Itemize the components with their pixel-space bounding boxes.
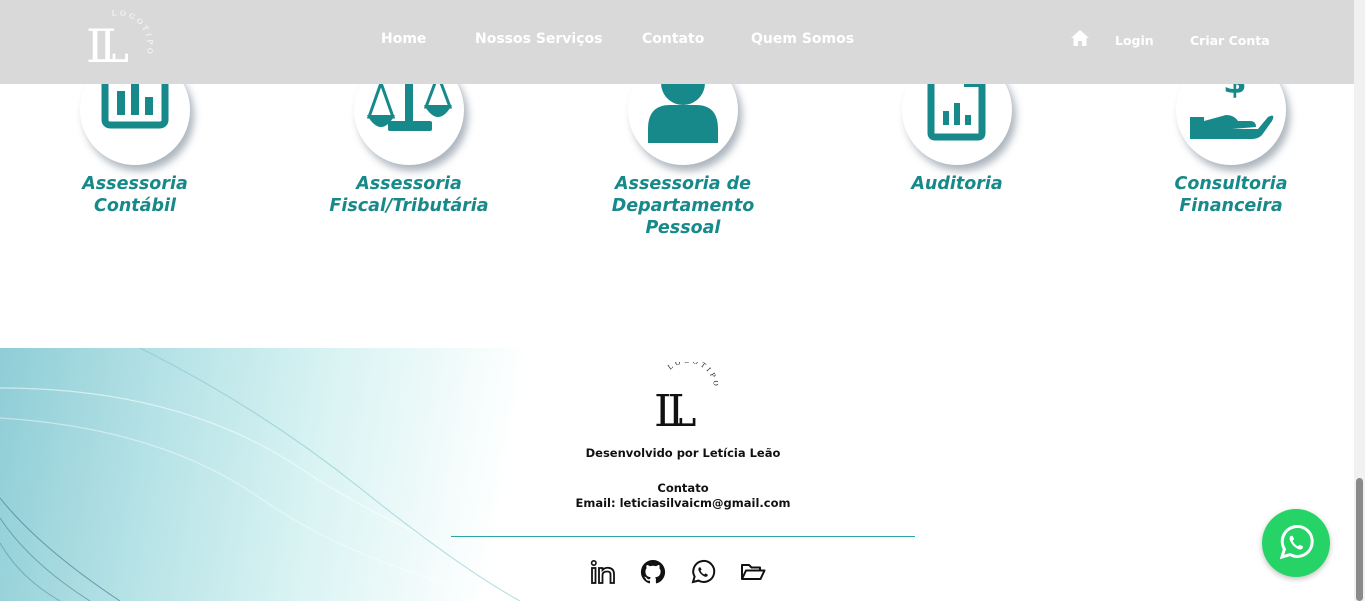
footer-divider [451, 536, 915, 537]
service-title: Consultoria Financeira [1174, 174, 1288, 216]
top-navbar: LL LOGOTIPO Home Nossos Serviços Contato… [0, 0, 1354, 84]
whatsapp-icon[interactable] [689, 558, 717, 586]
footer-logo: LL LOGOTIPO [654, 362, 717, 432]
nav-about[interactable]: Quem Somos [751, 31, 854, 47]
service-title: Assessoria Fiscal/Tributária [329, 174, 489, 216]
svg-text:LOGOTIPO: LOGOTIPO [111, 9, 154, 57]
scrollbar-thumb[interactable] [1356, 478, 1363, 601]
page-scrollbar[interactable] [1354, 0, 1365, 601]
contact-heading: Contato [657, 481, 709, 495]
nav-services[interactable]: Nossos Serviços [475, 31, 602, 47]
service-title: Auditoria [911, 174, 1003, 194]
svg-text:LL: LL [654, 386, 696, 432]
decorative-wave [0, 348, 600, 601]
nav-home[interactable]: Home [381, 31, 426, 47]
service-title: Assessoria Contábil [82, 174, 188, 216]
svg-text:LL: LL [86, 19, 129, 73]
whatsapp-icon [1279, 524, 1314, 560]
developed-by-text: Desenvolvido por Letícia Leão [585, 446, 781, 460]
footer: LL LOGOTIPO Desenvolvido por Letícia Leã… [0, 348, 1354, 601]
github-icon[interactable] [639, 558, 667, 586]
linkedin-icon[interactable] [589, 558, 617, 586]
nav-contact[interactable]: Contato [642, 31, 704, 47]
floating-whatsapp-button[interactable] [1262, 509, 1330, 577]
home-icon[interactable] [1070, 29, 1090, 47]
signup-link[interactable]: Criar Conta [1190, 33, 1270, 48]
email-text[interactable]: Email: leticiasilvaicm@gmail.com [483, 496, 883, 510]
logo[interactable]: LL LOGOTIPO [84, 2, 160, 78]
login-link[interactable]: Login [1115, 33, 1154, 48]
service-title: Assessoria de Departamento Pessoal [611, 174, 755, 238]
folder-icon[interactable] [739, 558, 767, 586]
